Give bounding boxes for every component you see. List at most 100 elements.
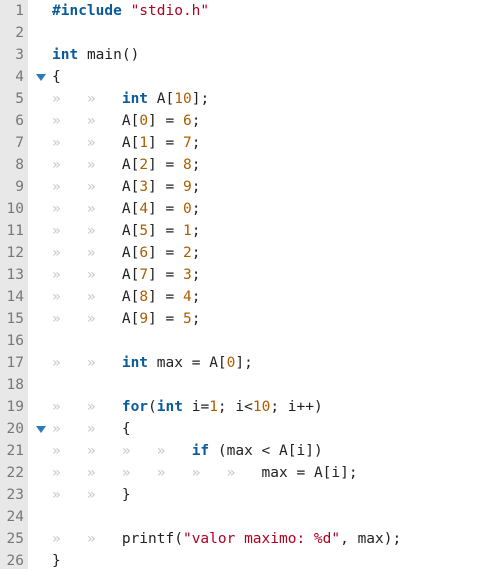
- token-punc: ;: [192, 223, 201, 239]
- token-num: 3: [183, 267, 192, 283]
- token-punc: ,: [340, 531, 357, 547]
- token-ident: A: [314, 465, 323, 481]
- code-line[interactable]: » » for(int i=1; i<10; i++): [52, 396, 501, 418]
- code-line[interactable]: » » int max = A[0];: [52, 352, 501, 374]
- indent-guide: »: [52, 487, 87, 503]
- token-type: int: [157, 399, 183, 415]
- indent-guide: »: [52, 311, 87, 327]
- token-punc: [: [131, 223, 140, 239]
- code-line[interactable]: » » A[7] = 3;: [52, 264, 501, 286]
- indent-guide: »: [87, 421, 122, 437]
- token-num: 0: [183, 201, 192, 217]
- token-num: 2: [139, 157, 148, 173]
- code-line[interactable]: [52, 374, 501, 396]
- token-str: "stdio.h": [131, 3, 210, 19]
- code-line[interactable]: [52, 506, 501, 528]
- code-line[interactable]: » » A[3] = 9;: [52, 176, 501, 198]
- line-number: 15: [0, 308, 26, 330]
- indent-guide: »: [52, 531, 87, 547]
- code-line[interactable]: » » A[4] = 0;: [52, 198, 501, 220]
- indent-guide: »: [157, 443, 192, 459]
- indent-guide: »: [52, 135, 87, 151]
- code-line[interactable]: » » » » if (max < A[i]): [52, 440, 501, 462]
- token-punc: ];: [192, 91, 209, 107]
- token-punc: [: [218, 355, 227, 371]
- indent-guide: »: [52, 91, 87, 107]
- line-number: 5: [0, 88, 26, 110]
- token-ident: A: [122, 135, 131, 151]
- line-number: 21: [0, 440, 26, 462]
- code-line[interactable]: int main(): [52, 44, 501, 66]
- token-punc: [: [131, 135, 140, 151]
- token-punc: ;: [192, 289, 201, 305]
- code-line[interactable]: [52, 22, 501, 44]
- indent-guide: »: [87, 267, 122, 283]
- token-type: int: [52, 47, 78, 63]
- indent-guide: »: [87, 91, 122, 107]
- code-line[interactable]: » » A[6] = 2;: [52, 242, 501, 264]
- token-num: 5: [139, 223, 148, 239]
- code-line[interactable]: » » A[8] = 4;: [52, 286, 501, 308]
- indent-guide: »: [52, 289, 87, 305]
- token-ident: max: [358, 531, 384, 547]
- code-line[interactable]: » » }: [52, 484, 501, 506]
- token-type: int: [122, 355, 148, 371]
- indent-guide: »: [52, 399, 87, 415]
- token-punc: [: [288, 443, 297, 459]
- token-num: 4: [139, 201, 148, 217]
- code-line[interactable]: #include "stdio.h": [52, 0, 501, 22]
- token-str: "valor maximo: %d": [183, 531, 340, 547]
- token-num: 8: [183, 157, 192, 173]
- indent-guide: »: [52, 443, 87, 459]
- code-line[interactable]: » » {: [52, 418, 501, 440]
- code-line[interactable]: [52, 330, 501, 352]
- token-num: 1: [183, 223, 192, 239]
- token-num: 5: [183, 311, 192, 327]
- code-line[interactable]: » » int A[10];: [52, 88, 501, 110]
- token-ident: A: [122, 289, 131, 305]
- indent-guide: »: [52, 157, 87, 173]
- indent-guide: »: [122, 443, 157, 459]
- line-number: 2: [0, 22, 26, 44]
- code-area[interactable]: #include "stdio.h"int main(){» » int A[1…: [52, 0, 501, 569]
- fold-toggle-icon[interactable]: [32, 418, 50, 440]
- token-punc: ] =: [148, 311, 183, 327]
- token-ident: A: [122, 201, 131, 217]
- token-num: 1: [139, 135, 148, 151]
- fold-toggle-icon[interactable]: [32, 66, 50, 88]
- code-line[interactable]: » » A[1] = 7;: [52, 132, 501, 154]
- code-line[interactable]: » » printf("valor maximo: %d", max);: [52, 528, 501, 550]
- indent-guide: »: [87, 179, 122, 195]
- code-line[interactable]: » » A[2] = 8;: [52, 154, 501, 176]
- token-punc: ] =: [148, 267, 183, 283]
- line-number: 4: [0, 66, 26, 88]
- token-ident: A: [122, 267, 131, 283]
- code-line[interactable]: » » » » » » max = A[i];: [52, 462, 501, 484]
- token-ident: main: [87, 47, 122, 63]
- token-ident: i: [288, 399, 297, 415]
- code-editor[interactable]: 1234567891011121314151617181920212223242…: [0, 0, 501, 569]
- token-punc: (: [209, 443, 226, 459]
- code-line[interactable]: » » A[5] = 1;: [52, 220, 501, 242]
- indent-guide: »: [87, 113, 122, 129]
- code-line[interactable]: » » A[0] = 6;: [52, 110, 501, 132]
- token-punc: ++): [297, 399, 323, 415]
- token-punc: );: [384, 531, 401, 547]
- token-punc: [148, 91, 157, 107]
- code-line[interactable]: » » A[9] = 5;: [52, 308, 501, 330]
- token-ident: i: [297, 443, 306, 459]
- token-num: 10: [174, 91, 191, 107]
- token-punc: ;: [192, 113, 201, 129]
- fold-column: [28, 0, 52, 569]
- indent-guide: »: [52, 267, 87, 283]
- line-number: 11: [0, 220, 26, 242]
- token-kw: #include: [52, 3, 122, 19]
- indent-guide: »: [52, 223, 87, 239]
- token-punc: (): [122, 47, 139, 63]
- line-number: 17: [0, 352, 26, 374]
- code-line[interactable]: {: [52, 66, 501, 88]
- code-line[interactable]: }: [52, 550, 501, 569]
- token-punc: ;: [192, 179, 201, 195]
- token-ident: A: [209, 355, 218, 371]
- token-punc: }: [52, 553, 61, 569]
